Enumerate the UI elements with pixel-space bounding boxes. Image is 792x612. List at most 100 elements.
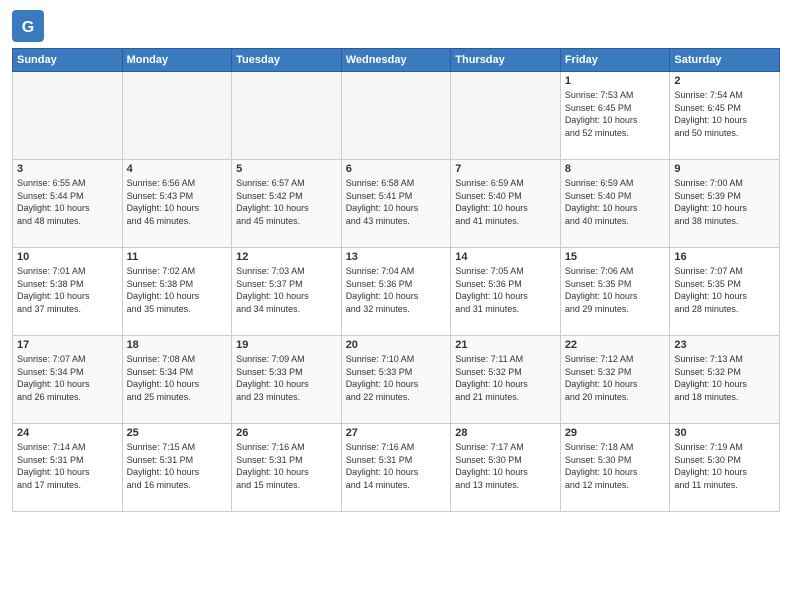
day-info: Sunrise: 7:19 AM Sunset: 5:30 PM Dayligh… — [674, 441, 775, 491]
day-number: 19 — [236, 339, 337, 351]
calendar-cell: 1 Sunrise: 7:53 AM Sunset: 6:45 PM Daylig… — [560, 72, 670, 160]
svg-text:G: G — [22, 19, 34, 36]
day-number: 13 — [346, 251, 447, 263]
day-info: Sunrise: 7:53 AM Sunset: 6:45 PM Dayligh… — [565, 89, 666, 139]
calendar-week-row: 1 Sunrise: 7:53 AM Sunset: 6:45 PM Daylig… — [13, 72, 780, 160]
calendar-cell: 30 Sunrise: 7:19 AM Sunset: 5:30 PM Dayli… — [670, 424, 780, 512]
day-number: 23 — [674, 339, 775, 351]
day-number: 12 — [236, 251, 337, 263]
day-info: Sunrise: 7:07 AM Sunset: 5:34 PM Dayligh… — [17, 353, 118, 403]
calendar-cell: 28 Sunrise: 7:17 AM Sunset: 5:30 PM Dayli… — [451, 424, 561, 512]
col-sunday: Sunday — [13, 49, 123, 72]
calendar-header-row: Sunday Monday Tuesday Wednesday Thursday… — [13, 49, 780, 72]
calendar-cell: 2 Sunrise: 7:54 AM Sunset: 6:45 PM Daylig… — [670, 72, 780, 160]
calendar-cell: 24 Sunrise: 7:14 AM Sunset: 5:31 PM Dayli… — [13, 424, 123, 512]
calendar-week-row: 10Sunrise: 7:01 AM Sunset: 5:38 PM Dayli… — [13, 248, 780, 336]
col-friday: Friday — [560, 49, 670, 72]
day-number: 17 — [17, 339, 118, 351]
calendar-cell: 26 Sunrise: 7:16 AM Sunset: 5:31 PM Dayli… — [232, 424, 342, 512]
day-info: Sunrise: 7:10 AM Sunset: 5:33 PM Dayligh… — [346, 353, 447, 403]
day-info: Sunrise: 7:11 AM Sunset: 5:32 PM Dayligh… — [455, 353, 556, 403]
day-info: Sunrise: 7:15 AM Sunset: 5:31 PM Dayligh… — [127, 441, 228, 491]
calendar-cell — [451, 72, 561, 160]
day-number: 29 — [565, 427, 666, 439]
day-number: 28 — [455, 427, 556, 439]
day-number: 4 — [127, 163, 228, 175]
calendar-cell: 3 Sunrise: 6:55 AM Sunset: 5:44 PM Daylig… — [13, 160, 123, 248]
day-info: Sunrise: 7:14 AM Sunset: 5:31 PM Dayligh… — [17, 441, 118, 491]
calendar-cell — [341, 72, 451, 160]
col-tuesday: Tuesday — [232, 49, 342, 72]
calendar-cell: 16Sunrise: 7:07 AM Sunset: 5:35 PM Dayli… — [670, 248, 780, 336]
calendar-cell: 11Sunrise: 7:02 AM Sunset: 5:38 PM Dayli… — [122, 248, 232, 336]
calendar-cell: 22 Sunrise: 7:12 AM Sunset: 5:32 PM Dayli… — [560, 336, 670, 424]
logo-icon: G — [12, 10, 44, 42]
day-info: Sunrise: 7:16 AM Sunset: 5:31 PM Dayligh… — [236, 441, 337, 491]
day-number: 2 — [674, 75, 775, 87]
day-number: 9 — [674, 163, 775, 175]
day-info: Sunrise: 7:54 AM Sunset: 6:45 PM Dayligh… — [674, 89, 775, 139]
calendar-cell: 6Sunrise: 6:58 AM Sunset: 5:41 PM Daylig… — [341, 160, 451, 248]
col-monday: Monday — [122, 49, 232, 72]
day-info: Sunrise: 7:17 AM Sunset: 5:30 PM Dayligh… — [455, 441, 556, 491]
day-number: 20 — [346, 339, 447, 351]
calendar-cell: 19 Sunrise: 7:09 AM Sunset: 5:33 PM Dayli… — [232, 336, 342, 424]
day-info: Sunrise: 7:09 AM Sunset: 5:33 PM Dayligh… — [236, 353, 337, 403]
calendar-cell: 13 Sunrise: 7:04 AM Sunset: 5:36 PM Dayli… — [341, 248, 451, 336]
day-number: 27 — [346, 427, 447, 439]
day-info: Sunrise: 6:57 AM Sunset: 5:42 PM Dayligh… — [236, 177, 337, 227]
day-info: Sunrise: 7:12 AM Sunset: 5:32 PM Dayligh… — [565, 353, 666, 403]
day-number: 1 — [565, 75, 666, 87]
calendar: Sunday Monday Tuesday Wednesday Thursday… — [12, 48, 780, 512]
day-info: Sunrise: 6:56 AM Sunset: 5:43 PM Dayligh… — [127, 177, 228, 227]
calendar-cell: 21 Sunrise: 7:11 AM Sunset: 5:32 PM Dayli… — [451, 336, 561, 424]
calendar-cell: 18 Sunrise: 7:08 AM Sunset: 5:34 PM Dayli… — [122, 336, 232, 424]
col-thursday: Thursday — [451, 49, 561, 72]
col-wednesday: Wednesday — [341, 49, 451, 72]
calendar-cell: 17 Sunrise: 7:07 AM Sunset: 5:34 PM Dayli… — [13, 336, 123, 424]
day-info: Sunrise: 7:18 AM Sunset: 5:30 PM Dayligh… — [565, 441, 666, 491]
logo: G — [12, 10, 46, 42]
day-number: 3 — [17, 163, 118, 175]
day-info: Sunrise: 7:02 AM Sunset: 5:38 PM Dayligh… — [127, 265, 228, 315]
page: G Sunday Monday Tuesday Wednesday Thursd… — [0, 0, 792, 612]
day-number: 22 — [565, 339, 666, 351]
day-info: Sunrise: 7:05 AM Sunset: 5:36 PM Dayligh… — [455, 265, 556, 315]
header: G — [12, 10, 780, 42]
day-number: 16 — [674, 251, 775, 263]
day-number: 30 — [674, 427, 775, 439]
calendar-cell: 9 Sunrise: 7:00 AM Sunset: 5:39 PM Daylig… — [670, 160, 780, 248]
calendar-cell: 25Sunrise: 7:15 AM Sunset: 5:31 PM Dayli… — [122, 424, 232, 512]
calendar-cell: 8 Sunrise: 6:59 AM Sunset: 5:40 PM Daylig… — [560, 160, 670, 248]
day-number: 18 — [127, 339, 228, 351]
day-info: Sunrise: 7:01 AM Sunset: 5:38 PM Dayligh… — [17, 265, 118, 315]
day-info: Sunrise: 7:06 AM Sunset: 5:35 PM Dayligh… — [565, 265, 666, 315]
day-number: 21 — [455, 339, 556, 351]
calendar-cell: 15 Sunrise: 7:06 AM Sunset: 5:35 PM Dayli… — [560, 248, 670, 336]
day-number: 8 — [565, 163, 666, 175]
day-info: Sunrise: 6:55 AM Sunset: 5:44 PM Dayligh… — [17, 177, 118, 227]
calendar-cell: 29 Sunrise: 7:18 AM Sunset: 5:30 PM Dayli… — [560, 424, 670, 512]
day-number: 15 — [565, 251, 666, 263]
calendar-cell: 23Sunrise: 7:13 AM Sunset: 5:32 PM Dayli… — [670, 336, 780, 424]
day-number: 6 — [346, 163, 447, 175]
day-info: Sunrise: 7:08 AM Sunset: 5:34 PM Dayligh… — [127, 353, 228, 403]
calendar-week-row: 17 Sunrise: 7:07 AM Sunset: 5:34 PM Dayli… — [13, 336, 780, 424]
calendar-cell: 7Sunrise: 6:59 AM Sunset: 5:40 PM Daylig… — [451, 160, 561, 248]
calendar-week-row: 3 Sunrise: 6:55 AM Sunset: 5:44 PM Daylig… — [13, 160, 780, 248]
day-number: 14 — [455, 251, 556, 263]
col-saturday: Saturday — [670, 49, 780, 72]
day-number: 24 — [17, 427, 118, 439]
day-info: Sunrise: 7:04 AM Sunset: 5:36 PM Dayligh… — [346, 265, 447, 315]
calendar-cell: 14 Sunrise: 7:05 AM Sunset: 5:36 PM Dayli… — [451, 248, 561, 336]
day-info: Sunrise: 7:00 AM Sunset: 5:39 PM Dayligh… — [674, 177, 775, 227]
day-number: 7 — [455, 163, 556, 175]
day-info: Sunrise: 7:16 AM Sunset: 5:31 PM Dayligh… — [346, 441, 447, 491]
calendar-week-row: 24 Sunrise: 7:14 AM Sunset: 5:31 PM Dayli… — [13, 424, 780, 512]
calendar-cell: 5Sunrise: 6:57 AM Sunset: 5:42 PM Daylig… — [232, 160, 342, 248]
day-number: 26 — [236, 427, 337, 439]
calendar-cell — [13, 72, 123, 160]
day-info: Sunrise: 6:59 AM Sunset: 5:40 PM Dayligh… — [565, 177, 666, 227]
calendar-cell: 27 Sunrise: 7:16 AM Sunset: 5:31 PM Dayli… — [341, 424, 451, 512]
calendar-cell — [122, 72, 232, 160]
